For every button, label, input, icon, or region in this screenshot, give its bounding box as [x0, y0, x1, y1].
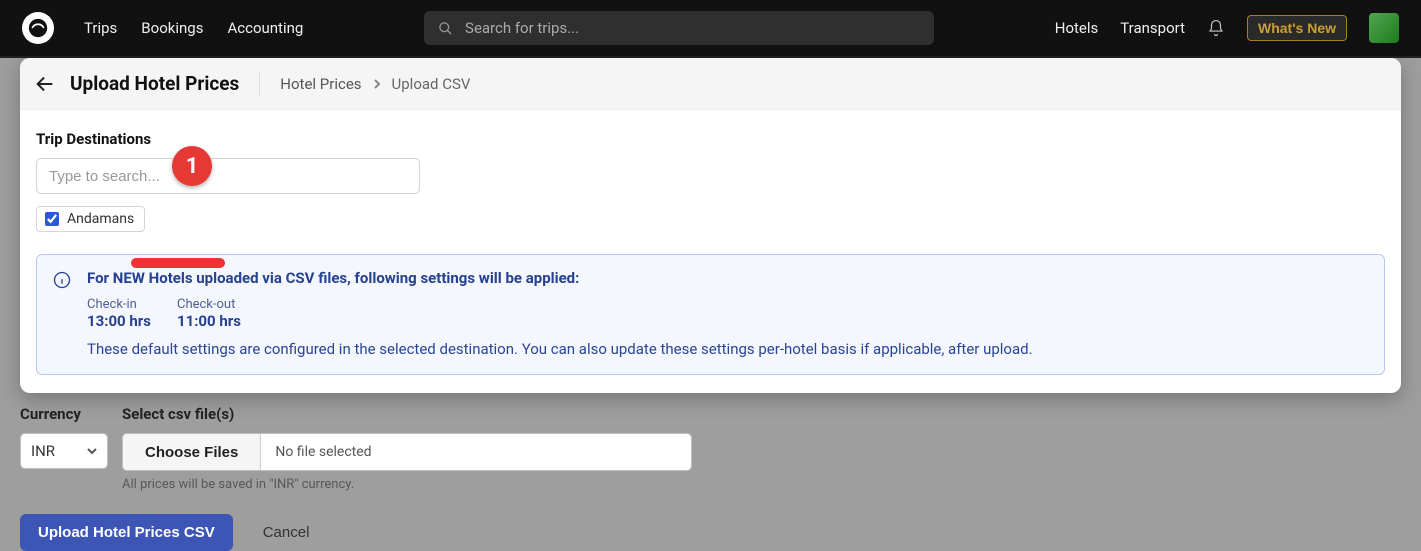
- nav-link-transport[interactable]: Transport: [1120, 19, 1185, 37]
- breadcrumb-hotel-prices[interactable]: Hotel Prices: [280, 75, 361, 93]
- app-logo[interactable]: [22, 12, 54, 44]
- cancel-button[interactable]: Cancel: [263, 524, 310, 541]
- page-title: Upload Hotel Prices: [70, 72, 239, 95]
- global-search[interactable]: Search for trips...: [424, 11, 934, 45]
- nav-link-accounting[interactable]: Accounting: [227, 19, 303, 37]
- actions: Upload Hotel Prices CSV Cancel: [20, 514, 1401, 551]
- checkin-label: Check-in: [87, 297, 151, 312]
- info-times: Check-in 13:00 hrs Check-out 11:00 hrs: [87, 297, 1366, 330]
- info-title: For NEW Hotels uploaded via CSV files, f…: [87, 269, 1366, 287]
- panel-body: Trip Destinations 1 Andamans For NEW Hot…: [20, 110, 1401, 393]
- global-search-placeholder: Search for trips...: [465, 19, 579, 37]
- info-icon: [53, 271, 71, 289]
- divider: [259, 73, 260, 95]
- file-label: Select csv file(s): [122, 405, 692, 423]
- back-arrow-icon[interactable]: [34, 73, 56, 95]
- destinations-label: Trip Destinations: [36, 130, 1385, 148]
- nav-link-trips[interactable]: Trips: [84, 19, 117, 37]
- nav-center: Search for trips...: [303, 11, 1054, 45]
- below-panel: Currency INR Select csv file(s) Choose F…: [0, 393, 1421, 551]
- chevron-right-icon: [372, 75, 382, 93]
- checkout-label: Check-out: [177, 297, 241, 312]
- breadcrumb-upload-csv: Upload CSV: [392, 75, 471, 93]
- nav-right: Hotels Transport What's New: [1055, 13, 1399, 43]
- currency-group: Currency INR: [20, 405, 108, 469]
- currency-value: INR: [31, 442, 55, 460]
- destination-chip-label: Andamans: [67, 211, 134, 227]
- annotation-badge-1: 1: [172, 146, 212, 186]
- annotation-highlight: [131, 258, 225, 268]
- checkin-value: 13:00 hrs: [87, 312, 151, 330]
- info-box: For NEW Hotels uploaded via CSV files, f…: [36, 254, 1385, 375]
- nav-link-hotels[interactable]: Hotels: [1055, 19, 1099, 37]
- checkout-value: 11:00 hrs: [177, 312, 241, 330]
- top-nav: Trips Bookings Accounting Search for tri…: [0, 0, 1421, 56]
- nav-links: Trips Bookings Accounting: [84, 19, 303, 37]
- breadcrumb: Hotel Prices Upload CSV: [280, 75, 470, 93]
- upload-submit-button[interactable]: Upload Hotel Prices CSV: [20, 514, 233, 551]
- whats-new-button[interactable]: What's New: [1247, 15, 1347, 41]
- destinations-search-wrap: 1: [36, 158, 420, 194]
- currency-select[interactable]: INR: [20, 433, 108, 469]
- file-picker: Choose Files No file selected: [122, 433, 692, 471]
- destination-checkbox[interactable]: [45, 212, 59, 226]
- panel-header: Upload Hotel Prices Hotel Prices Upload …: [20, 58, 1401, 110]
- choose-files-button[interactable]: Choose Files: [123, 434, 261, 470]
- avatar[interactable]: [1369, 13, 1399, 43]
- chevron-down-icon: [87, 446, 97, 456]
- search-icon: [438, 21, 453, 36]
- destination-chip-andamans[interactable]: Andamans: [36, 206, 145, 232]
- nav-link-bookings[interactable]: Bookings: [141, 19, 203, 37]
- bell-icon[interactable]: [1207, 19, 1225, 37]
- file-status: No file selected: [261, 444, 385, 460]
- currency-label: Currency: [20, 405, 108, 423]
- destinations-search-input[interactable]: [36, 158, 420, 194]
- currency-hint: All prices will be saved in "INR" curren…: [122, 477, 692, 492]
- info-description: These default settings are configured in…: [87, 340, 1366, 358]
- upload-panel: Upload Hotel Prices Hotel Prices Upload …: [20, 58, 1401, 393]
- file-group: Select csv file(s) Choose Files No file …: [122, 405, 692, 492]
